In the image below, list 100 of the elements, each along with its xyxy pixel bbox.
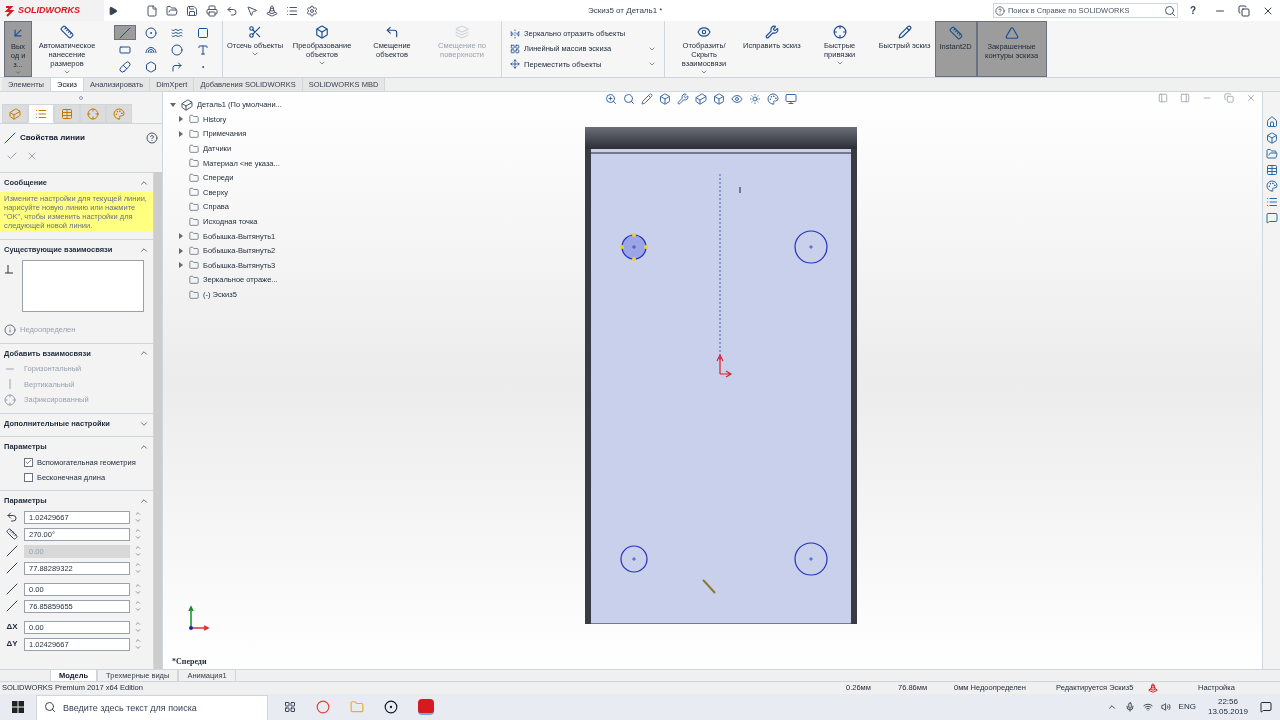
triangle-icon xyxy=(1004,26,1019,40)
expand-arrow-icon[interactable] xyxy=(178,116,184,123)
network-icon[interactable] xyxy=(1142,702,1153,712)
wrench-icon xyxy=(764,25,779,39)
record-icon[interactable] xyxy=(384,700,398,714)
cancel-icon[interactable] xyxy=(26,150,38,162)
expand-arrow-icon[interactable] xyxy=(178,233,184,240)
line-x-icon xyxy=(6,545,18,558)
checkbox[interactable] xyxy=(24,457,33,467)
ruler-icon xyxy=(948,26,963,40)
cube-icon xyxy=(9,107,21,120)
window-title: Эскиз5 от Деталь1 * xyxy=(588,4,664,17)
palette-icon[interactable] xyxy=(1265,180,1278,192)
sun-icon[interactable] xyxy=(749,93,761,105)
task-view-icon[interactable] xyxy=(284,701,296,713)
open-folder-icon[interactable] xyxy=(166,4,178,17)
pointer-icon[interactable] xyxy=(246,4,258,17)
logo: SOLIDWORKS xyxy=(0,0,104,21)
perpendicular-icon xyxy=(4,263,14,274)
tile-right-icon[interactable] xyxy=(1180,93,1190,103)
palette-icon[interactable] xyxy=(767,93,779,105)
pencil-icon xyxy=(897,25,912,39)
feature-icon xyxy=(189,216,199,227)
home-icon[interactable] xyxy=(1265,116,1278,128)
expand-arrow-icon[interactable] xyxy=(178,262,184,269)
feature-icon xyxy=(189,187,199,198)
help-icon[interactable] xyxy=(146,132,158,144)
taskbar-search-field[interactable]: Введите здесь текст для поиска xyxy=(36,695,268,720)
pencil-icon[interactable] xyxy=(641,93,653,105)
text-icon xyxy=(197,43,209,56)
expand-arrow-icon[interactable] xyxy=(178,247,184,254)
zoom-icon[interactable] xyxy=(605,93,617,105)
clock[interactable]: 22:56 13.05.2019 xyxy=(1207,697,1248,717)
volume-icon[interactable] xyxy=(1160,702,1171,712)
ok-icon[interactable] xyxy=(6,150,18,162)
chat-icon[interactable] xyxy=(1265,212,1278,224)
field-label: ΔX xyxy=(6,621,18,634)
list-icon xyxy=(35,107,47,120)
info-icon xyxy=(4,323,16,336)
panel-tab[interactable] xyxy=(54,104,80,123)
panel-tab[interactable] xyxy=(2,104,28,123)
panel-tab[interactable] xyxy=(28,104,54,123)
caret-icon xyxy=(700,68,709,76)
help-button[interactable]: ? xyxy=(1189,3,1196,18)
line-icon xyxy=(4,132,16,144)
collapse-arrow-icon[interactable] xyxy=(170,101,176,108)
field-label: ΔY xyxy=(6,638,18,651)
monitor-icon[interactable] xyxy=(785,93,797,105)
feature-icon xyxy=(189,158,199,169)
mirror-icon xyxy=(510,28,521,39)
fillet-icon xyxy=(171,60,183,73)
zoom-area-icon[interactable] xyxy=(623,93,635,105)
caret-icon xyxy=(251,50,259,58)
line-y-icon xyxy=(6,562,18,575)
table-icon xyxy=(61,107,73,120)
checkbox[interactable] xyxy=(24,472,33,482)
feature-icon xyxy=(189,231,199,242)
feature-icon xyxy=(189,274,199,285)
layers-icon xyxy=(455,25,470,39)
feature-icon xyxy=(189,245,199,256)
grid-icon xyxy=(510,44,521,54)
list-icon[interactable] xyxy=(286,4,298,17)
feature-icon xyxy=(189,143,199,154)
crosshair-icon xyxy=(832,25,847,39)
spline-icon xyxy=(171,26,183,39)
feature-icon xyxy=(189,260,199,271)
feature-icon xyxy=(189,289,199,300)
notifications-icon[interactable] xyxy=(1260,701,1272,713)
line-icon xyxy=(119,26,131,39)
eye-icon[interactable] xyxy=(731,93,743,105)
part-icon xyxy=(181,98,193,111)
view-orientation-icon[interactable] xyxy=(695,93,707,105)
new-file-icon[interactable] xyxy=(146,4,158,17)
save-icon[interactable] xyxy=(186,4,198,17)
cube-icon xyxy=(315,25,330,39)
cad-app-icon[interactable] xyxy=(418,699,434,715)
table-icon[interactable] xyxy=(1265,164,1278,176)
restore-icon[interactable] xyxy=(1238,4,1250,17)
search-icon xyxy=(1163,4,1176,17)
tile-left-icon[interactable] xyxy=(1158,93,1168,103)
undo-icon[interactable] xyxy=(226,4,238,17)
view-label: *Спереди xyxy=(172,656,207,668)
cube-icon[interactable] xyxy=(1265,132,1278,144)
settings-icon[interactable] xyxy=(306,4,318,17)
folder-icon[interactable] xyxy=(1265,148,1278,160)
printer-icon[interactable] xyxy=(206,4,218,17)
palette-icon xyxy=(113,107,125,120)
square-icon xyxy=(197,26,209,39)
wrench-icon[interactable] xyxy=(677,93,689,105)
expand-arrow-icon[interactable] xyxy=(178,131,184,137)
language-indicator[interactable]: ENG xyxy=(1178,701,1196,713)
crosshair-icon xyxy=(87,107,99,120)
feature-icon xyxy=(189,114,199,125)
windows-icon[interactable] xyxy=(12,701,24,713)
expand-arrow-icon[interactable] xyxy=(108,5,118,16)
caret-icon xyxy=(14,69,22,76)
rectangle-icon xyxy=(119,43,131,56)
ruler-icon xyxy=(60,25,74,39)
list-icon[interactable] xyxy=(1265,196,1278,208)
mic-icon[interactable] xyxy=(1124,702,1135,712)
